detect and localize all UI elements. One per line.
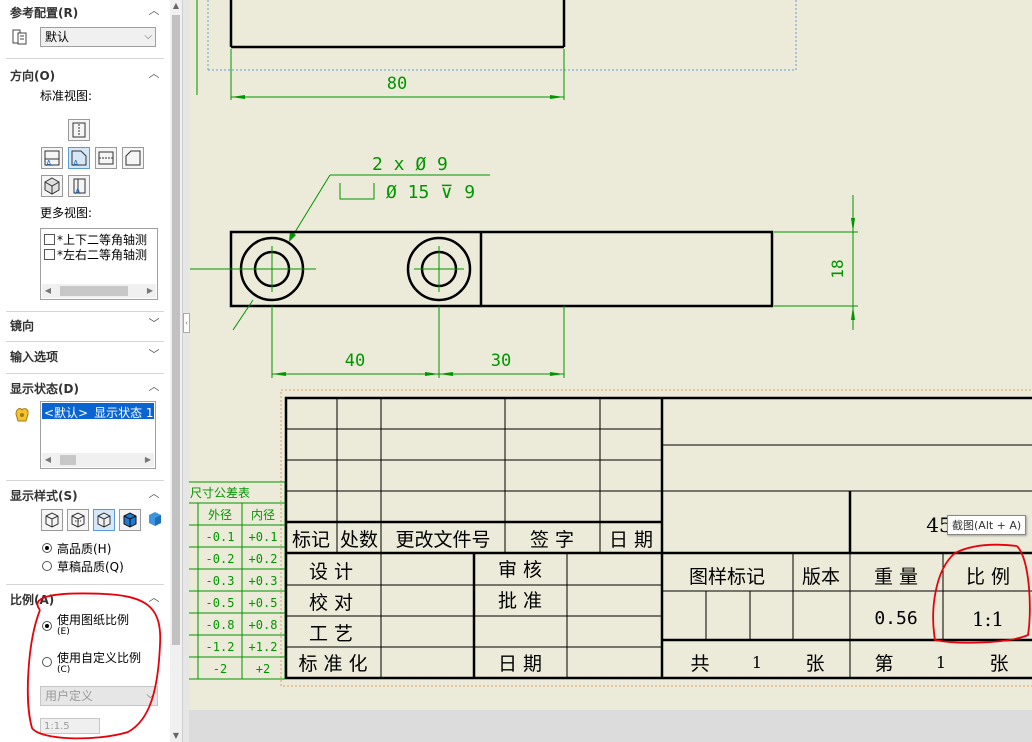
tb-header-change-doc: 更改文件号	[395, 529, 490, 551]
sheet-bottom-strip	[189, 710, 1032, 742]
tb-label-design: 设 计	[309, 561, 353, 583]
dimension-80-text[interactable]: 80	[387, 74, 407, 94]
tolerance-outer-value: -0.8	[206, 618, 235, 632]
scroll-down-icon[interactable]: ▼	[170, 730, 182, 742]
tb-sheet-num[interactable]: 1	[936, 653, 946, 672]
scale-annotation-outline	[26, 592, 162, 740]
tb-sheets-total[interactable]: 1	[752, 653, 762, 672]
tb-label-standard: 标 准 化	[298, 653, 367, 675]
view-boundary-top	[207, 0, 797, 71]
tb-label-process: 工 艺	[309, 623, 353, 645]
tolerance-header-outer: 外径	[208, 508, 232, 522]
tolerance-outer-value: -0.2	[206, 552, 235, 566]
tolerance-outer-value: -2	[213, 662, 227, 676]
scroll-up-icon[interactable]: ▲	[170, 0, 182, 12]
tb-sheet-num-prefix: 第	[874, 653, 893, 675]
tb-label-approve: 批 准	[498, 590, 542, 612]
tb-header-mark: 标记	[292, 529, 330, 551]
panel-vertical-scrollbar[interactable]: ▲ ▼	[170, 0, 182, 742]
tolerance-header-inner: 内径	[251, 508, 275, 522]
dimension-18-text[interactable]: 18	[828, 259, 847, 278]
tolerance-outer-value: -0.5	[206, 596, 235, 610]
tb-label-date: 日 期	[498, 653, 542, 675]
tolerance-inner-value: +0.2	[249, 552, 278, 566]
tolerance-inner-value: +0.1	[249, 530, 278, 544]
tolerance-inner-value: +0.8	[249, 618, 278, 632]
tolerance-inner-value: +1.2	[249, 640, 278, 654]
tb-header-version: 版本	[802, 566, 840, 588]
tb-weight-value[interactable]: 0.56	[874, 608, 917, 629]
tb-header-weight: 重 量	[874, 566, 918, 588]
top-view-part[interactable]	[229, 0, 566, 49]
property-manager-panel: 参考配置(R) ︿ 默认 ⌵ 方向(O) ︿ 标准视图: A A A 更多视图: …	[0, 0, 171, 742]
tolerance-outer-value: -0.1	[206, 530, 235, 544]
tolerance-inner-value: +2	[256, 662, 270, 676]
title-block-boundary	[280, 389, 1032, 687]
tb-header-scale: 比 例	[966, 566, 1010, 588]
screenshot-tooltip: 截图(Alt + A)	[947, 515, 1027, 535]
drawing-sheet[interactable]: 80 2 x Ø 9 Ø 15 ⊽ 9 18 40 30 尺寸公差表 外径 内径…	[189, 0, 1032, 742]
tolerance-table-title: 尺寸公差表	[190, 486, 250, 500]
hole-callout-line1[interactable]: 2 x Ø 9	[372, 154, 448, 175]
tb-label-check: 校 对	[309, 592, 353, 614]
tolerance-outer-value: -1.2	[206, 640, 235, 654]
dimension-40-text[interactable]: 40	[345, 351, 365, 371]
hole-callout-line2[interactable]: Ø 15 ⊽ 9	[386, 182, 475, 203]
tb-header-signature: 签 字	[530, 529, 574, 551]
tb-sheets-total-prefix: 共	[690, 653, 709, 675]
tolerance-outer-value: -0.3	[206, 574, 235, 588]
tolerance-inner-value: +0.3	[249, 574, 278, 588]
tb-header-count: 处数	[340, 529, 378, 551]
tb-label-review: 审 核	[498, 559, 542, 581]
tb-sheet-num-unit: 张	[989, 653, 1008, 675]
tb-scale-value[interactable]: 1:1	[972, 607, 1004, 631]
tb-header-date: 日 期	[609, 529, 653, 551]
tb-sheets-unit: 张	[805, 653, 824, 675]
tb-header-drawing-mark: 图样标记	[689, 566, 765, 588]
dimension-40-30[interactable]	[271, 306, 565, 378]
tolerance-inner-value: +0.5	[249, 596, 278, 610]
dimension-30-text[interactable]: 30	[491, 351, 511, 371]
scrollbar-thumb[interactable]	[172, 15, 180, 645]
